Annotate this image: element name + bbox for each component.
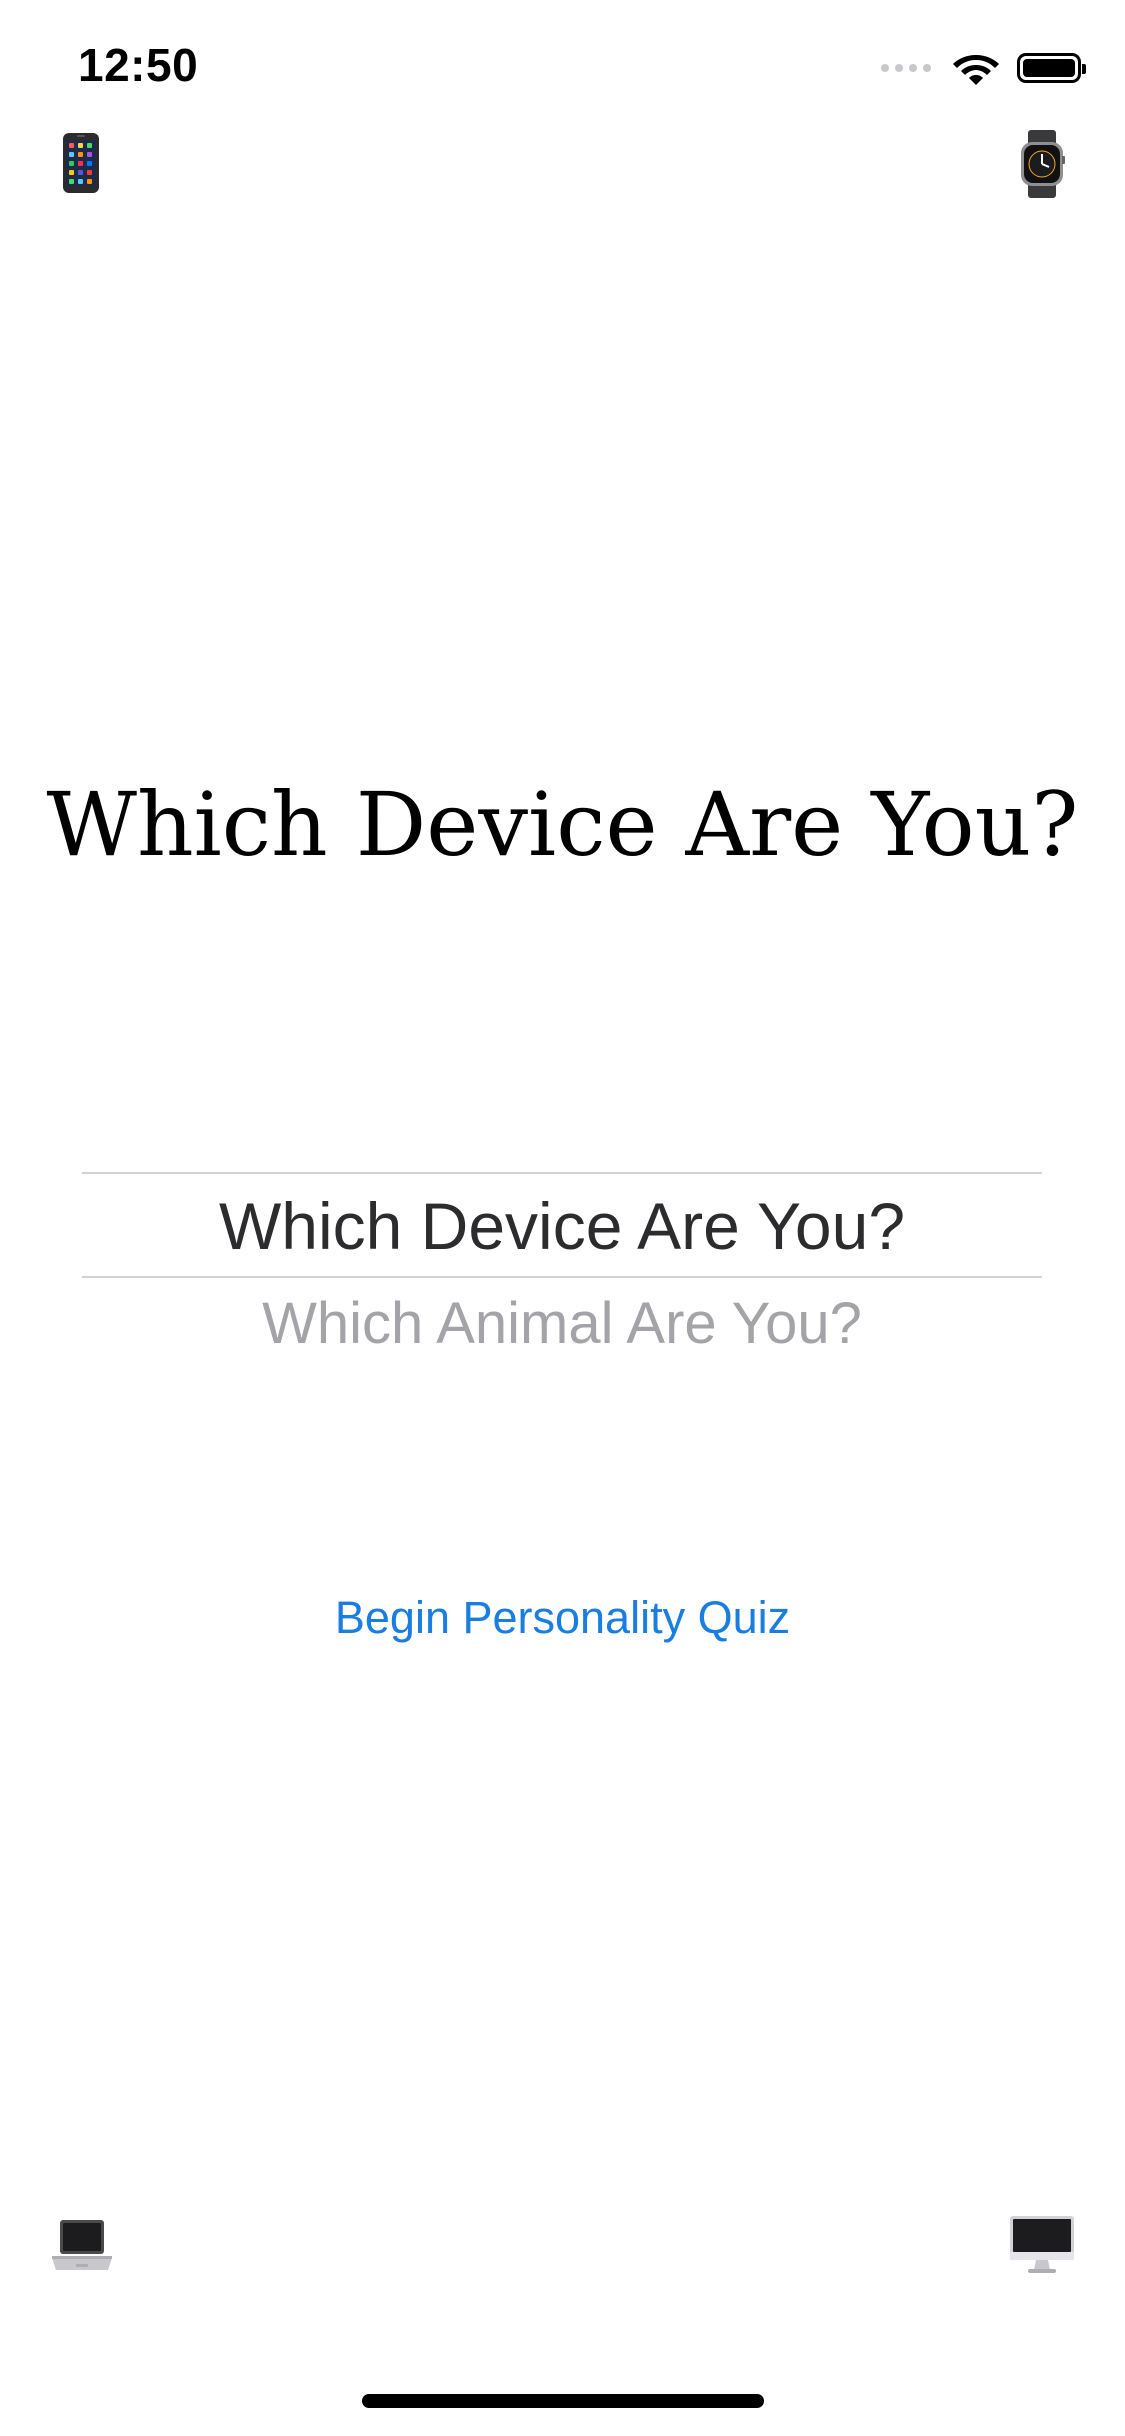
picker-option-selected[interactable]: Which Device Are You? [82, 1186, 1042, 1266]
status-bar: 12:50 [0, 0, 1125, 132]
status-indicators [881, 48, 1086, 88]
laptop-icon [52, 2220, 112, 2270]
apple-watch-icon [1021, 130, 1065, 198]
cellular-signal-icon [881, 64, 931, 72]
picker-selection-bottom-divider [82, 1276, 1042, 1278]
picker-option-next[interactable]: Which Animal Are You? [82, 1288, 1042, 1360]
desktop-computer-icon [1010, 2216, 1074, 2273]
iphone-icon [63, 133, 99, 193]
status-time: 12:50 [78, 39, 199, 91]
quiz-title: Which Device Are You? [46, 773, 1079, 876]
home-indicator[interactable] [362, 2394, 764, 2408]
quiz-picker[interactable]: Which Device Are You? Which Animal Are Y… [82, 1172, 1042, 1372]
wifi-icon [953, 55, 999, 85]
begin-quiz-button[interactable]: Begin Personality Quiz [0, 1588, 1125, 1648]
picker-selection-top-divider [82, 1172, 1042, 1174]
battery-icon [1017, 53, 1086, 83]
